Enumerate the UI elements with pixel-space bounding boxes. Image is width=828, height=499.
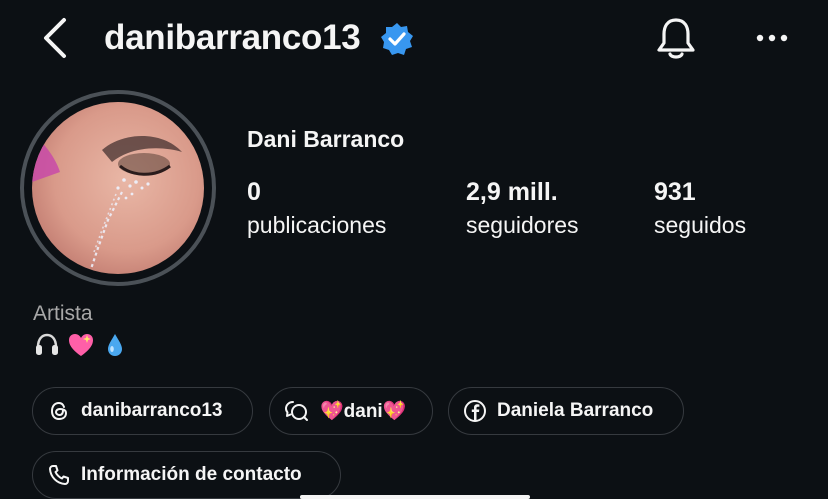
link-chip-label: Información de contacto xyxy=(81,464,302,485)
link-chip-label: danibarranco13 xyxy=(81,400,223,421)
stat-posts-value: 0 xyxy=(247,178,261,206)
link-chip-label: 💖dani💖 xyxy=(320,401,407,422)
more-horizontal-icon[interactable] xyxy=(752,26,792,50)
top-bar: danibarranco13 xyxy=(0,0,828,80)
profile-full-name: Dani Barranco xyxy=(247,126,405,152)
contact-info-button[interactable]: Información de contacto xyxy=(32,451,341,499)
bell-icon[interactable] xyxy=(652,14,700,62)
sparkling-heart-icon xyxy=(67,331,95,359)
avatar[interactable] xyxy=(32,102,204,274)
avatar-image xyxy=(32,102,204,274)
chevron-left-icon[interactable] xyxy=(38,16,78,60)
link-chip-facebook[interactable]: Daniela Barranco xyxy=(448,387,684,435)
stat-posts[interactable]: 0 publicaciones xyxy=(247,176,386,240)
verified-badge-icon xyxy=(381,23,413,55)
stat-followers-value: 2,9 mill. xyxy=(466,178,558,206)
link-chip-broadcast[interactable]: 💖dani💖 xyxy=(269,387,433,435)
profile-username: danibarranco13 xyxy=(104,18,361,57)
link-chip-label: Daniela Barranco xyxy=(497,400,654,421)
threads-icon xyxy=(50,401,68,421)
profile-category: Artista xyxy=(33,302,93,325)
bio-emojis xyxy=(33,330,129,360)
link-chip-threads[interactable]: danibarranco13 xyxy=(32,387,253,435)
facebook-icon xyxy=(464,400,486,422)
home-indicator xyxy=(300,495,530,499)
stat-followers[interactable]: 2,9 mill. seguidores xyxy=(466,176,579,240)
droplet-icon xyxy=(101,331,129,359)
phone-icon xyxy=(49,465,69,485)
headphones-icon xyxy=(33,331,61,359)
chat-bubbles-icon xyxy=(285,401,308,421)
stat-posts-label: publicaciones xyxy=(247,212,387,238)
stat-following[interactable]: 931 seguidos xyxy=(654,176,746,240)
stat-following-label: seguidos xyxy=(654,212,747,238)
stat-followers-label: seguidores xyxy=(466,212,579,238)
stat-following-value: 931 xyxy=(654,178,696,206)
